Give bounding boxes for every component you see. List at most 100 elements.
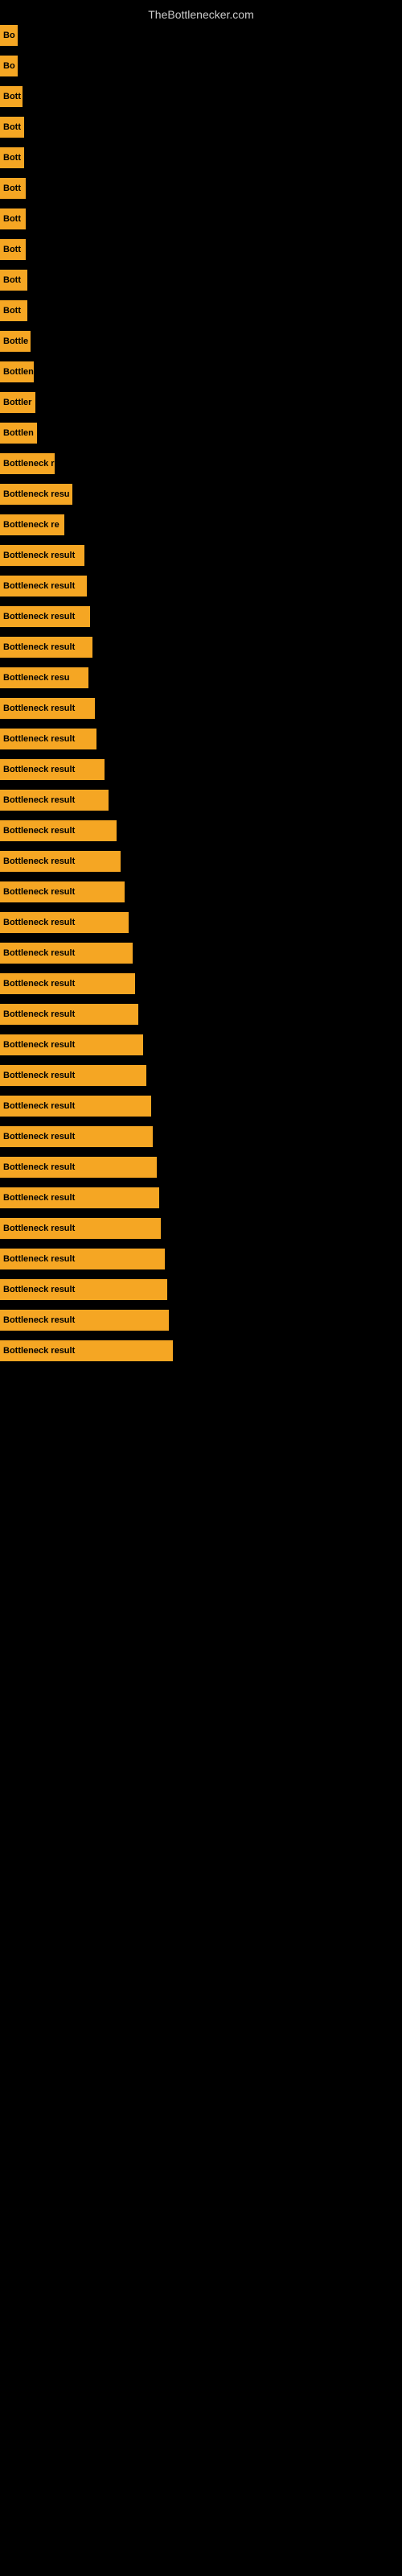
- bar-label: Bott: [3, 245, 21, 254]
- bar-row: Bottleneck result: [0, 848, 402, 874]
- bar-row: Bottler: [0, 390, 402, 415]
- bar-row: Bottleneck result: [0, 971, 402, 997]
- result-bar: Bottleneck result: [0, 1310, 169, 1331]
- bar-row: Bottleneck result: [0, 787, 402, 813]
- bar-label: Bottleneck result: [3, 612, 75, 621]
- result-bar: Bott: [0, 300, 27, 321]
- bar-label: Bottleneck result: [3, 887, 75, 897]
- bar-row: Bottlen: [0, 359, 402, 385]
- bar-label: Bottleneck result: [3, 857, 75, 866]
- bar-row: Bottleneck result: [0, 1216, 402, 1241]
- bar-label: Bottleneck result: [3, 1254, 75, 1264]
- result-bar: Bott: [0, 117, 24, 138]
- bar-label: Bottleneck result: [3, 826, 75, 836]
- bar-label: Bottleneck result: [3, 795, 75, 805]
- result-bar: Bottleneck r: [0, 453, 55, 474]
- bar-row: Bottleneck result: [0, 879, 402, 905]
- bar-label: Bottleneck result: [3, 1009, 75, 1019]
- bar-label: Bott: [3, 214, 21, 224]
- bar-label: Bott: [3, 122, 21, 132]
- bar-row: Bottleneck result: [0, 1063, 402, 1088]
- result-bar: Bottleneck result: [0, 790, 109, 811]
- result-bar: Bottleneck result: [0, 851, 121, 872]
- bar-label: Bottlen: [3, 428, 34, 438]
- bar-row: Bottleneck result: [0, 696, 402, 721]
- bar-row: Bott: [0, 145, 402, 171]
- result-bar: Bott: [0, 178, 26, 199]
- bar-label: Bott: [3, 275, 21, 285]
- result-bar: Bott: [0, 147, 24, 168]
- bar-row: Bott: [0, 237, 402, 262]
- result-bar: Bottleneck result: [0, 912, 129, 933]
- result-bar: Bottleneck result: [0, 1218, 161, 1239]
- bar-label: Bottleneck result: [3, 1193, 75, 1203]
- result-bar: Bottleneck result: [0, 576, 87, 597]
- bar-label: Bottleneck result: [3, 551, 75, 560]
- bar-row: Bottleneck result: [0, 573, 402, 599]
- bar-label: Bottleneck result: [3, 1285, 75, 1294]
- bar-row: Bottleneck result: [0, 1307, 402, 1333]
- bar-label: Bott: [3, 184, 21, 193]
- bar-label: Bottleneck resu: [3, 673, 70, 683]
- bar-row: Bottleneck resu: [0, 481, 402, 507]
- bar-label: Bo: [3, 61, 15, 71]
- bar-row: Bottleneck result: [0, 543, 402, 568]
- result-bar: Bottleneck result: [0, 1279, 167, 1300]
- result-bar: Bottleneck result: [0, 881, 125, 902]
- bar-row: Bottleneck result: [0, 1277, 402, 1302]
- result-bar: Bottleneck result: [0, 943, 133, 964]
- bar-row: Bott: [0, 114, 402, 140]
- bar-label: Bott: [3, 153, 21, 163]
- bar-label: Bottleneck r: [3, 459, 55, 469]
- result-bar: Bottleneck result: [0, 1340, 173, 1361]
- bar-label: Bottleneck result: [3, 704, 75, 713]
- result-bar: Bottleneck re: [0, 514, 64, 535]
- result-bar: Bottleneck result: [0, 1004, 138, 1025]
- bar-row: Bottleneck result: [0, 818, 402, 844]
- bar-label: Bottleneck result: [3, 1132, 75, 1141]
- result-bar: Bottleneck result: [0, 1187, 159, 1208]
- result-bar: Bottleneck result: [0, 1065, 146, 1086]
- bar-row: Bottleneck result: [0, 1032, 402, 1058]
- bar-label: Bottleneck result: [3, 1040, 75, 1050]
- bar-label: Bottleneck result: [3, 1162, 75, 1172]
- bar-row: Bottlen: [0, 420, 402, 446]
- bar-label: Bottleneck result: [3, 1071, 75, 1080]
- bar-row: Bottleneck result: [0, 634, 402, 660]
- bar-label: Bott: [3, 92, 21, 101]
- bar-label: Bottleneck result: [3, 1224, 75, 1233]
- result-bar: Bottleneck result: [0, 1157, 157, 1178]
- bar-label: Bottleneck result: [3, 1315, 75, 1325]
- result-bar: Bottleneck resu: [0, 484, 72, 505]
- bar-row: Bottleneck re: [0, 512, 402, 538]
- result-bar: Bottleneck result: [0, 729, 96, 749]
- bar-label: Bottlen: [3, 367, 34, 377]
- bar-label: Bo: [3, 31, 15, 40]
- bar-label: Bottleneck result: [3, 948, 75, 958]
- result-bar: Bottleneck result: [0, 698, 95, 719]
- bar-row: Bott: [0, 298, 402, 324]
- result-bar: Bottleneck result: [0, 820, 117, 841]
- result-bar: Bottleneck result: [0, 637, 92, 658]
- bar-label: Bottleneck result: [3, 581, 75, 591]
- bar-label: Bottleneck result: [3, 765, 75, 774]
- result-bar: Bott: [0, 86, 23, 107]
- bar-row: Bo: [0, 23, 402, 48]
- bar-row: Bo: [0, 53, 402, 79]
- site-title: TheBottlenecker.com: [0, 2, 402, 24]
- result-bar: Bottleneck result: [0, 973, 135, 994]
- result-bar: Bottleneck result: [0, 759, 105, 780]
- bar-row: Bottleneck resu: [0, 665, 402, 691]
- result-bar: Bottleneck result: [0, 1034, 143, 1055]
- bar-row: Bottleneck result: [0, 1185, 402, 1211]
- bar-label: Bottleneck result: [3, 918, 75, 927]
- result-bar: Bottlen: [0, 361, 34, 382]
- result-bar: Bottleneck result: [0, 1249, 165, 1269]
- result-bar: Bottleneck resu: [0, 667, 88, 688]
- bar-label: Bottleneck result: [3, 979, 75, 989]
- bar-row: Bottleneck result: [0, 1093, 402, 1119]
- result-bar: Bo: [0, 25, 18, 46]
- result-bar: Bo: [0, 56, 18, 76]
- bar-label: Bottleneck result: [3, 1101, 75, 1111]
- result-bar: Bott: [0, 208, 26, 229]
